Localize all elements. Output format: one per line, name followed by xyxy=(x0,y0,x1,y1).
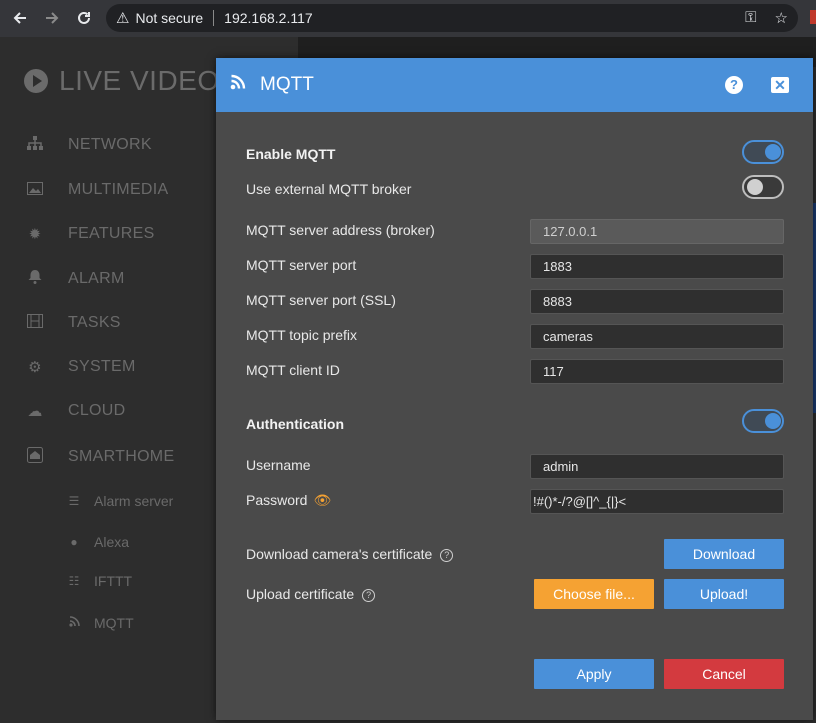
help-icon[interactable]: ? xyxy=(440,549,454,562)
network-icon xyxy=(24,136,46,154)
help-button[interactable]: ? xyxy=(725,76,743,94)
client-id-label: MQTT client ID xyxy=(246,362,340,378)
address-bar[interactable]: ⚠ Not secure 192.168.2.117 ⚿ ☆ xyxy=(106,4,798,32)
topic-prefix-input[interactable]: cameras xyxy=(530,324,784,349)
extension-icon[interactable] xyxy=(810,10,816,24)
download-button[interactable]: Download xyxy=(664,539,784,569)
dialog-title: MQTT xyxy=(260,74,314,95)
mqtt-dialog: MQTT ? ✕ Enable MQTT Use external MQTT b… xyxy=(216,58,813,720)
authentication-label: Authentication xyxy=(246,416,344,432)
download-cert-row: Download camera's certificate? xyxy=(246,546,454,562)
external-broker-toggle[interactable] xyxy=(742,175,784,199)
choose-file-button[interactable]: Choose file... xyxy=(534,579,654,609)
upload-button[interactable]: Upload! xyxy=(664,579,784,609)
film-icon xyxy=(24,314,46,332)
sidebar-item-cloud[interactable]: ☁ CLOUD xyxy=(24,402,126,420)
upload-cert-row: Upload certificate? xyxy=(246,586,376,602)
server-port-ssl-input[interactable]: 8883 xyxy=(530,289,784,314)
sidebar-item-tasks[interactable]: TASKS xyxy=(24,314,121,332)
apply-button[interactable]: Apply xyxy=(534,659,654,689)
eye-icon[interactable]: 👁 xyxy=(313,492,331,508)
play-icon xyxy=(24,69,48,93)
divider xyxy=(213,10,215,26)
toggle-knob xyxy=(747,179,763,195)
password-input[interactable]: !#()*-/?@[]^_{|}< xyxy=(530,489,784,514)
image-icon xyxy=(24,181,46,199)
help-icon[interactable]: ? xyxy=(362,589,376,602)
sidebar-item-system[interactable]: ⚙ SYSTEM xyxy=(24,358,136,376)
sidebar-item-smarthome[interactable]: SMARTHOME xyxy=(24,447,174,467)
url-text: 192.168.2.117 xyxy=(224,10,313,26)
sidebar-subitem-alexa[interactable]: ● Alexa xyxy=(66,534,129,550)
logo-text: LIVE VIDEO xyxy=(59,65,220,96)
server-address-label: MQTT server address (broker) xyxy=(246,222,435,238)
download-cert-label: Download camera's certificate xyxy=(246,546,433,562)
server-port-input[interactable]: 1883 xyxy=(530,254,784,279)
browser-toolbar: ⚠ Not secure 192.168.2.117 ⚿ ☆ xyxy=(0,0,816,37)
back-icon[interactable] xyxy=(8,6,32,30)
password-label-row: Password 👁 xyxy=(246,492,331,509)
sidebar-subitem-mqtt[interactable]: MQTT xyxy=(66,615,134,631)
sidebar-subitem-alarm-server[interactable]: ☰ Alarm server xyxy=(66,493,174,509)
username-input[interactable]: admin xyxy=(530,454,784,479)
rss-icon xyxy=(66,616,82,630)
sidebar-item-features[interactable]: ✹ FEATURES xyxy=(24,225,155,243)
upload-cert-label: Upload certificate xyxy=(246,586,355,602)
rss-icon xyxy=(230,74,248,96)
sidebar-item-network[interactable]: NETWORK xyxy=(24,136,152,154)
username-label: Username xyxy=(246,457,311,473)
home-icon xyxy=(24,447,46,467)
toggle-knob xyxy=(765,413,781,429)
sidebar-item-alarm[interactable]: ALARM xyxy=(24,269,125,288)
dialog-header: MQTT ? ✕ xyxy=(216,58,813,112)
bell-icon xyxy=(24,269,46,288)
toggle-knob xyxy=(765,144,781,160)
external-broker-label: Use external MQTT broker xyxy=(246,181,412,197)
warning-icon: ⚠ xyxy=(116,10,130,27)
forward-icon[interactable] xyxy=(40,6,64,30)
cancel-button[interactable]: Cancel xyxy=(664,659,784,689)
list-icon: ☷ xyxy=(68,574,80,588)
server-icon: ☰ xyxy=(68,494,80,508)
chat-icon: ● xyxy=(70,535,78,549)
security-label: Not secure xyxy=(135,10,204,26)
sidebar-item-multimedia[interactable]: MULTIMEDIA xyxy=(24,181,168,199)
server-port-label: MQTT server port xyxy=(246,257,357,273)
cog-icon: ⚙ xyxy=(28,359,42,376)
sidebar-subitem-ifttt[interactable]: ☷ IFTTT xyxy=(66,573,133,589)
server-address-input[interactable]: 127.0.0.1 xyxy=(530,219,784,244)
cloud-icon: ☁ xyxy=(27,403,43,420)
authentication-toggle[interactable] xyxy=(742,409,784,433)
gear-badge-icon: ✹ xyxy=(28,226,42,243)
enable-mqtt-label: Enable MQTT xyxy=(246,146,336,162)
app-logo: LIVE VIDEO xyxy=(24,65,220,97)
password-label: Password xyxy=(246,492,308,508)
server-port-ssl-label: MQTT server port (SSL) xyxy=(246,292,396,308)
enable-mqtt-toggle[interactable] xyxy=(742,140,784,164)
client-id-input[interactable]: 117 xyxy=(530,359,784,384)
topic-prefix-label: MQTT topic prefix xyxy=(246,327,357,343)
close-button[interactable]: ✕ xyxy=(771,77,789,93)
star-icon[interactable]: ☆ xyxy=(775,9,788,27)
reload-icon[interactable] xyxy=(72,6,96,30)
key-icon[interactable]: ⚿ xyxy=(745,9,756,27)
